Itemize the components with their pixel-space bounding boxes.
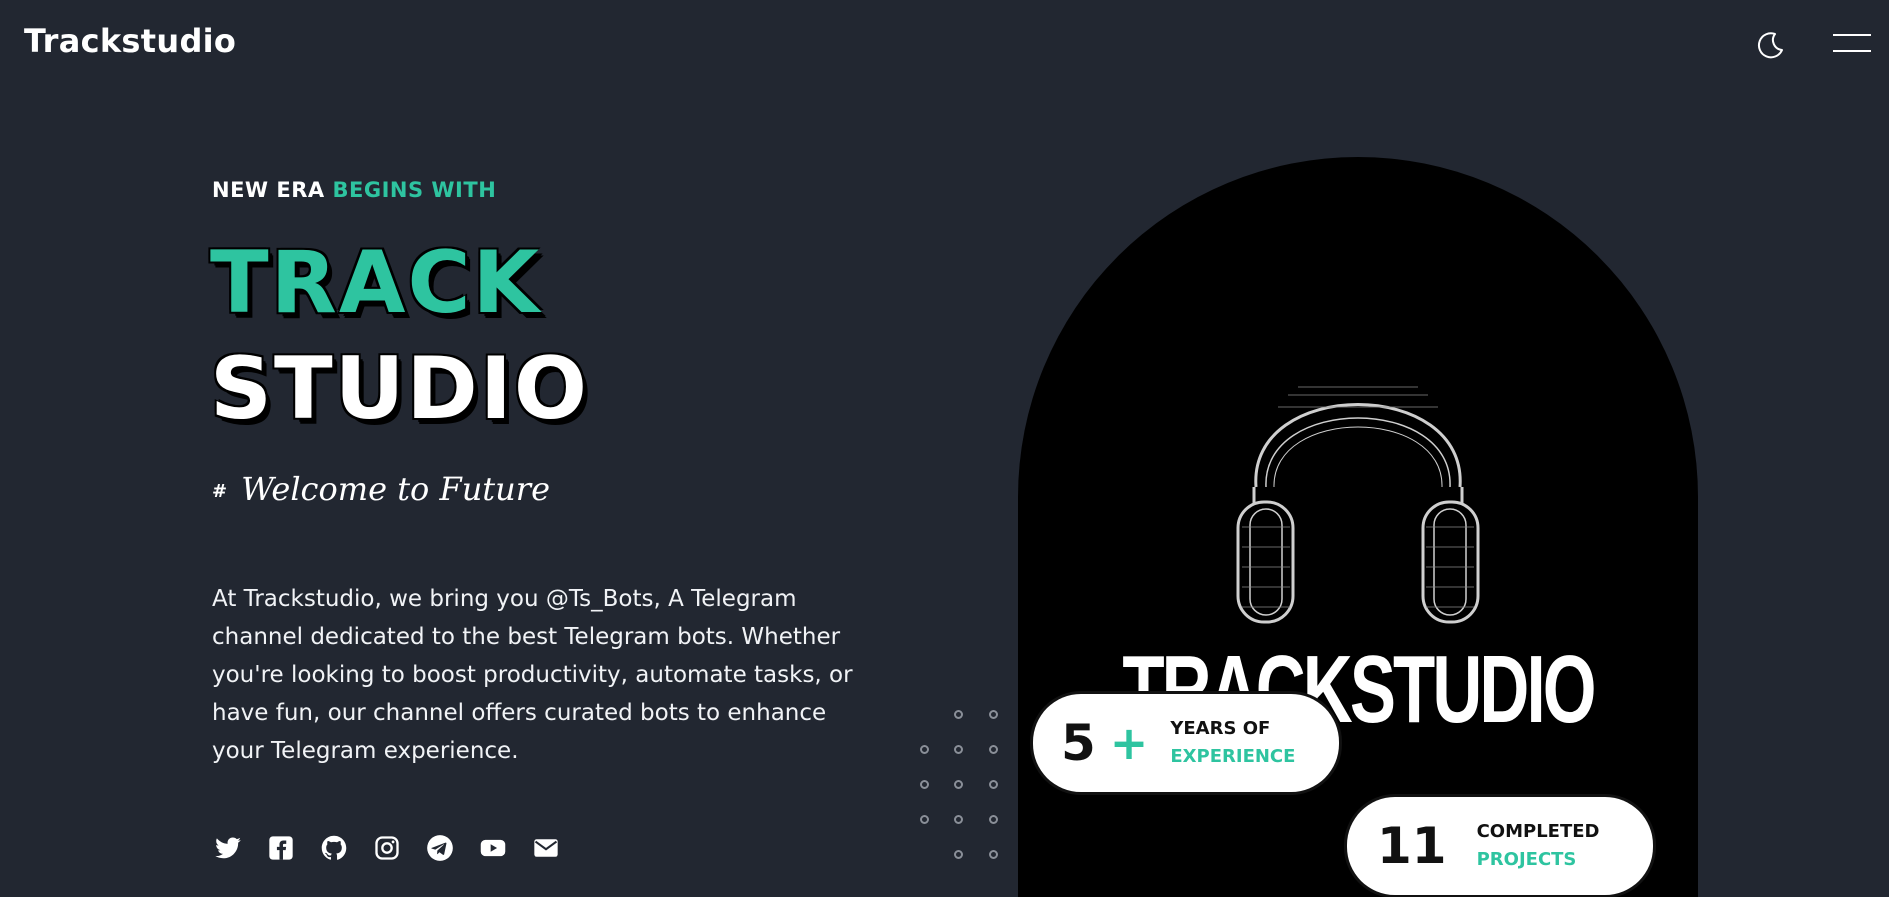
stat-projects-label-line1: COMPLETED (1476, 821, 1600, 842)
tagline-white: NEW ERA (212, 178, 325, 202)
hero-title-line1: TRACK (210, 233, 542, 333)
facebook-link[interactable] (265, 832, 296, 863)
stat-years-label-line2: EXPERIENCE (1170, 746, 1296, 767)
twitter-icon (214, 837, 241, 858)
tagline-accent: BEGINS WITH (332, 178, 497, 202)
email-icon (533, 838, 558, 857)
telegram-icon (426, 834, 453, 861)
social-links (212, 832, 561, 863)
twitter-link[interactable] (212, 832, 243, 863)
stat-projects-number: 11 (1377, 817, 1447, 875)
stat-years-plus: + (1109, 716, 1149, 770)
github-icon (321, 835, 346, 860)
hamburger-menu-icon (1833, 50, 1871, 52)
youtube-icon (480, 839, 505, 856)
hero-title: TRACK STUDIO (210, 240, 589, 432)
hero-description: At Trackstudio, we bring you @Ts_Bots, A… (212, 586, 853, 764)
menu-button[interactable] (1833, 32, 1871, 56)
youtube-link[interactable] (477, 832, 508, 863)
stat-years-label: YEARS OF EXPERIENCE (1170, 715, 1295, 771)
instagram-icon (374, 835, 399, 860)
stat-years-number: 5 (1061, 714, 1096, 772)
hero-title-line2: STUDIO (210, 339, 589, 439)
hash-symbol: # (212, 481, 228, 502)
moon-icon (1757, 32, 1783, 59)
github-link[interactable] (318, 832, 349, 863)
stat-projects-label-line2: PROJECTS (1476, 849, 1577, 870)
theme-toggle-button[interactable] (1756, 30, 1786, 60)
telegram-link[interactable] (424, 832, 455, 863)
headphones-icon (1236, 386, 1480, 624)
facebook-icon (268, 835, 293, 860)
welcome-text: Welcome to Future (241, 470, 550, 508)
hero-tagline: NEW ERA BEGINS WITH (212, 178, 496, 202)
email-link[interactable] (530, 832, 561, 863)
stat-projects-label: COMPLETED PROJECTS (1477, 818, 1600, 874)
hamburger-menu-icon (1833, 34, 1871, 36)
welcome-subtitle: # Welcome to Future (212, 470, 550, 508)
stat-years-label-line1: YEARS OF (1170, 718, 1271, 739)
brand-logo[interactable]: Trackstudio (24, 22, 236, 60)
instagram-link[interactable] (371, 832, 402, 863)
stat-years-card: 5 + YEARS OF EXPERIENCE (1033, 694, 1339, 792)
stat-projects-card: 11 COMPLETED PROJECTS (1347, 797, 1653, 895)
